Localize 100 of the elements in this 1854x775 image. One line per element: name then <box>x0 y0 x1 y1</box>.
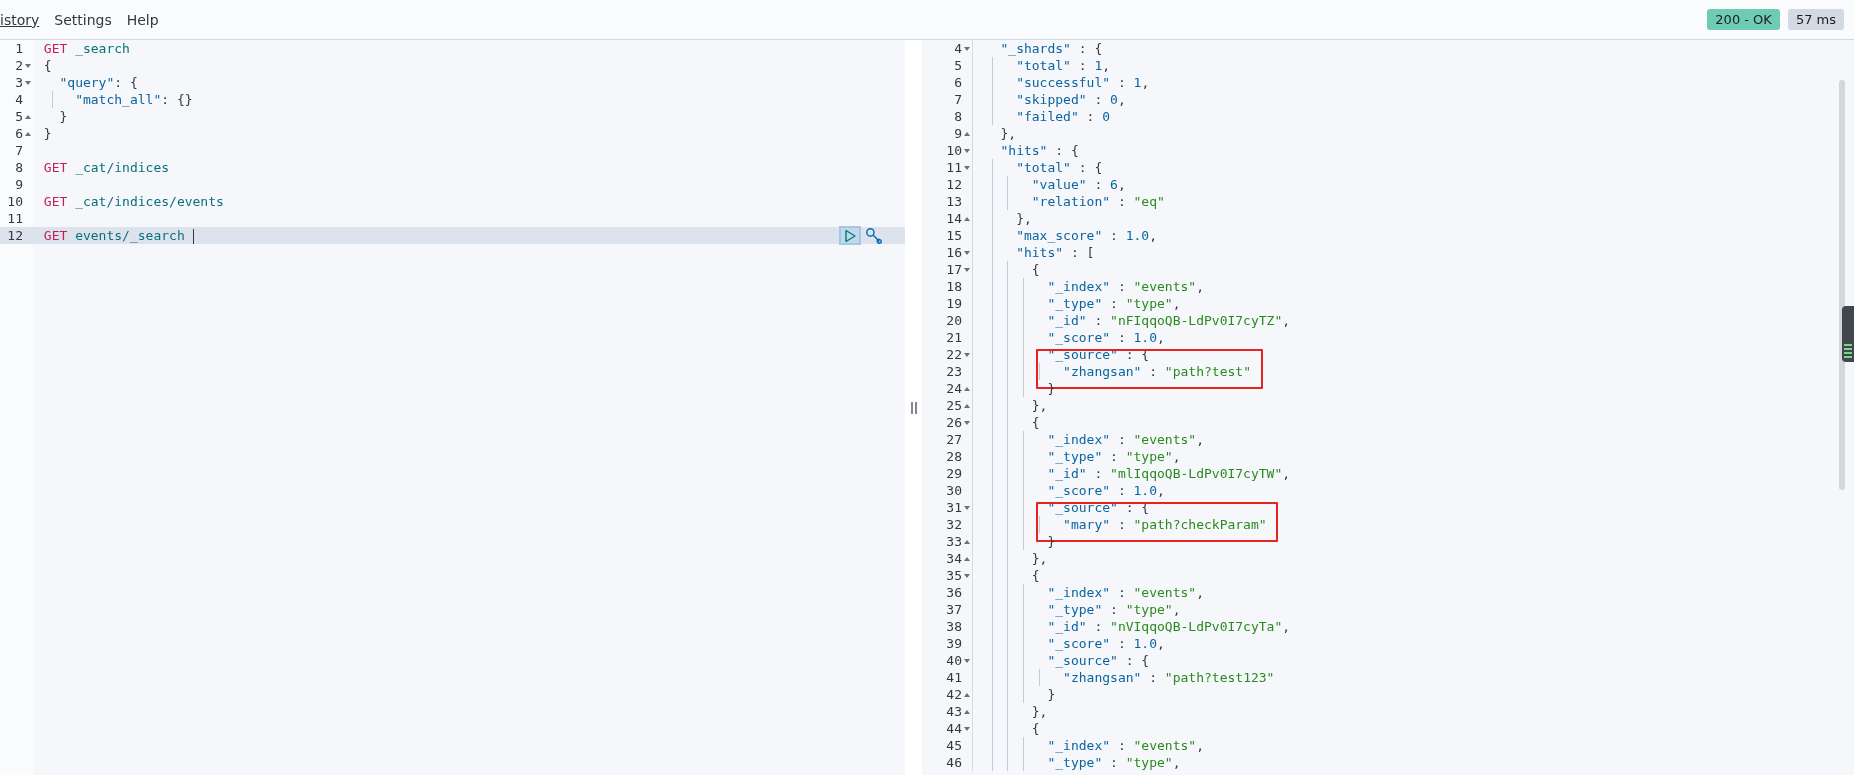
menu-link[interactable]: Settings <box>54 11 112 28</box>
line-number: 9 <box>954 125 962 142</box>
menu-link[interactable]: istory <box>0 11 40 28</box>
code-line: { <box>1030 262 1040 277</box>
line-number: 20 <box>946 312 962 329</box>
line-number: 4 <box>15 91 23 108</box>
line-number: 17 <box>946 261 962 278</box>
fold-arrow-icon[interactable] <box>964 726 970 731</box>
line-number: 10 <box>946 142 962 159</box>
scrollbar-thumb[interactable] <box>1839 80 1845 490</box>
code-line: "_score" : 1.0, <box>1046 483 1165 498</box>
line-number: 3 <box>15 74 23 91</box>
line-number: 40 <box>946 652 962 669</box>
line-number: 28 <box>946 448 962 465</box>
line-number: 29 <box>946 465 962 482</box>
fold-arrow-icon[interactable] <box>25 80 31 85</box>
resize-handle-icon[interactable] <box>910 401 917 414</box>
code-line: } <box>1046 381 1056 396</box>
fold-arrow-icon[interactable] <box>964 386 970 391</box>
line-number: 6 <box>15 125 23 142</box>
code-line: "query": { <box>58 75 138 90</box>
line-number: 32 <box>946 516 962 533</box>
code-line: } <box>58 109 68 124</box>
code-line: "_index" : "events", <box>1046 279 1204 294</box>
line-number: 45 <box>946 737 962 754</box>
code-line: "_id" : "mlIqqoQB-LdPv0I7cyTW", <box>1046 466 1291 481</box>
line-number: 23 <box>946 363 962 380</box>
fold-arrow-icon[interactable] <box>964 505 970 510</box>
fold-arrow-icon[interactable] <box>964 46 970 51</box>
text-cursor <box>192 229 194 244</box>
code-line: "zhangsan" : "path?test" <box>1062 364 1251 379</box>
code-line: "_type" : "type", <box>1046 755 1181 770</box>
line-number: 30 <box>946 482 962 499</box>
code-line: { <box>1030 568 1040 583</box>
fold-arrow-icon[interactable] <box>964 216 970 221</box>
code-line: "zhangsan" : "path?test123" <box>1062 670 1275 685</box>
line-number: 7 <box>954 91 962 108</box>
line-number: 43 <box>946 703 962 720</box>
code-line: { <box>1030 721 1040 736</box>
line-number: 6 <box>954 74 962 91</box>
line-number: 34 <box>946 550 962 567</box>
line-number: 12 <box>946 176 962 193</box>
line-number: 11 <box>7 210 23 227</box>
line-number: 37 <box>946 601 962 618</box>
code-line: "hits" : { <box>999 143 1079 158</box>
run-button[interactable] <box>839 226 861 245</box>
status-badge: 200 - OK <box>1707 9 1780 30</box>
code-line: "total" : 1, <box>1015 58 1111 73</box>
menu-link[interactable]: Help <box>126 11 159 28</box>
line-number: 22 <box>946 346 962 363</box>
code-line: { <box>1030 415 1040 430</box>
code-line: "_index" : "events", <box>1046 585 1204 600</box>
fold-arrow-icon[interactable] <box>964 403 970 408</box>
fold-arrow-icon[interactable] <box>25 131 31 136</box>
code-line: }, <box>999 126 1017 141</box>
fold-arrow-icon[interactable] <box>964 352 970 357</box>
fold-arrow-icon[interactable] <box>964 267 970 272</box>
code-line: "max_score" : 1.0, <box>1015 228 1158 243</box>
fold-arrow-icon[interactable] <box>964 658 970 663</box>
line-number: 5 <box>954 57 962 74</box>
fold-arrow-icon[interactable] <box>964 250 970 255</box>
code-line: GET _cat/indices <box>43 160 170 175</box>
code-line: "_id" : "nVIqqoQB-LdPv0I7cyTa", <box>1046 619 1291 634</box>
line-number: 21 <box>946 329 962 346</box>
code-line: GET _search <box>43 41 130 56</box>
code-line: "failed" : 0 <box>1015 109 1111 124</box>
code-line: "_type" : "type", <box>1046 602 1181 617</box>
side-handle[interactable] <box>1842 306 1854 362</box>
fold-arrow-icon[interactable] <box>25 63 31 68</box>
code-line: "skipped" : 0, <box>1015 92 1126 107</box>
code-line: "_index" : "events", <box>1046 432 1204 447</box>
line-number: 9 <box>15 176 23 193</box>
code-line: }, <box>1030 398 1048 413</box>
fold-arrow-icon[interactable] <box>964 539 970 544</box>
fold-arrow-icon[interactable] <box>964 573 970 578</box>
line-number: 35 <box>946 567 962 584</box>
fold-arrow-icon[interactable] <box>964 165 970 170</box>
fold-arrow-icon[interactable] <box>964 692 970 697</box>
fold-arrow-icon[interactable] <box>964 148 970 153</box>
fold-arrow-icon[interactable] <box>964 709 970 714</box>
fold-arrow-icon[interactable] <box>964 420 970 425</box>
line-number: 2 <box>15 57 23 74</box>
line-number: 38 <box>946 618 962 635</box>
line-number: 12 <box>7 227 23 244</box>
line-number: 7 <box>15 142 23 159</box>
code-line: "hits" : [ <box>1015 245 1095 260</box>
code-line: "total" : { <box>1015 160 1103 175</box>
line-number: 18 <box>946 278 962 295</box>
fold-arrow-icon[interactable] <box>964 131 970 136</box>
code-line: "_type" : "type", <box>1046 449 1181 464</box>
line-number: 8 <box>15 159 23 176</box>
fold-arrow-icon[interactable] <box>25 114 31 119</box>
fold-arrow-icon[interactable] <box>964 556 970 561</box>
code-line: GET _cat/indices/events <box>43 194 224 209</box>
line-number: 10 <box>7 193 23 210</box>
code-line: { <box>43 58 52 73</box>
line-number: 36 <box>946 584 962 601</box>
code-line: GET events/_search <box>43 228 185 243</box>
code-line: }, <box>1030 704 1048 719</box>
line-number: 1 <box>15 40 23 57</box>
